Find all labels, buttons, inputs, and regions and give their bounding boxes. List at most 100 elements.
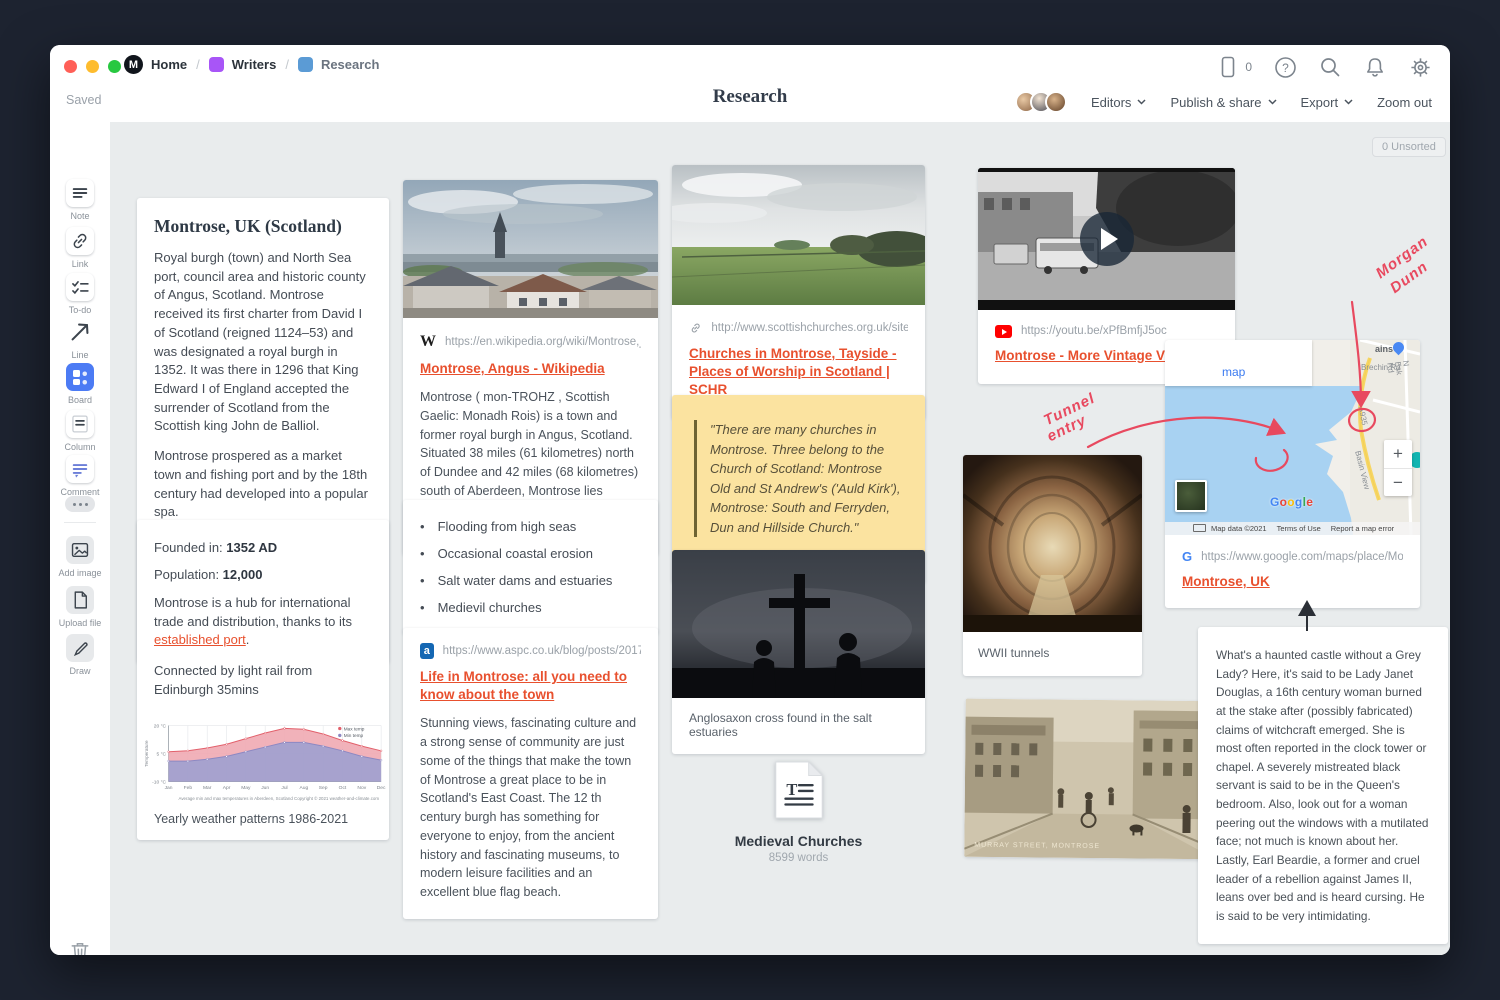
map-info-card: map: [1165, 340, 1312, 386]
titlebar: M Home / Writers / Research Saved Resear…: [50, 45, 1450, 122]
life-link[interactable]: Life in Montrose: all you need to know a…: [420, 668, 641, 704]
terms-of-use-link[interactable]: Terms of Use: [1277, 525, 1321, 533]
list-item: Medievil churches: [420, 600, 641, 615]
map-road-label: Brechin Rd: [1361, 364, 1401, 372]
breadcrumb-separator: /: [285, 57, 289, 72]
tool-column[interactable]: Column: [50, 410, 110, 452]
publish-share-menu[interactable]: Publish & share: [1170, 95, 1276, 110]
export-menu[interactable]: Export: [1301, 95, 1354, 110]
zoom-out-label: Zoom out: [1377, 95, 1432, 110]
minimize-window-button[interactable]: [86, 60, 99, 73]
document-title: Medieval Churches: [672, 833, 925, 849]
notifications-bell-icon[interactable]: [1363, 55, 1387, 79]
view-larger-map-link[interactable]: map: [1222, 366, 1245, 378]
link-url: http://www.scottishchurches.org.uk/sites…: [711, 322, 908, 334]
document-card[interactable]: T Medieval Churches 8599 words: [672, 760, 925, 864]
churches-link[interactable]: Churches in Montrose, Tayside - Places o…: [689, 345, 908, 400]
maximize-window-button[interactable]: [108, 60, 121, 73]
image-card-tunnels[interactable]: WWII tunnels: [963, 455, 1142, 676]
map-zoom-out-button[interactable]: −: [1384, 469, 1412, 497]
link-icon: [69, 230, 91, 252]
svg-text:Jul: Jul: [281, 785, 287, 791]
trash-icon: [68, 939, 92, 955]
wikipedia-link[interactable]: Montrose, Angus - Wikipedia: [420, 360, 641, 378]
svg-text:20 °C: 20 °C: [154, 723, 167, 729]
tool-comment[interactable]: Comment: [50, 455, 110, 497]
breadcrumb-writers[interactable]: Writers: [209, 57, 277, 72]
weather-chart[interactable]: JanFebMarAprMayJunJulAugSepOctNovDec20 °…: [141, 716, 385, 804]
help-icon[interactable]: ?: [1273, 55, 1297, 79]
breadcrumb-research-label: Research: [321, 57, 380, 72]
wikipedia-favicon: W: [420, 333, 436, 351]
link-card-wikipedia[interactable]: W https://en.wikipedia.org/wiki/Montrose…: [403, 180, 658, 555]
google-map-embed[interactable]: A935 Basin View N Esk Rd Brechin Rd ains…: [1165, 340, 1420, 535]
editor-avatars[interactable]: [1015, 91, 1067, 113]
quote-text: "There are many churches in Montrose. Th…: [694, 420, 903, 537]
milanote-logo-icon: M: [124, 55, 143, 74]
draw-pencil-icon: [69, 637, 91, 659]
writers-board-icon: [209, 57, 224, 72]
tool-link[interactable]: Link: [50, 227, 110, 269]
publish-share-label: Publish & share: [1170, 95, 1261, 110]
tool-todo[interactable]: To-do: [50, 273, 110, 315]
line-arrow-icon: [67, 319, 93, 345]
link-favicon: [689, 320, 702, 336]
tool-upload-file[interactable]: Upload file: [50, 586, 110, 628]
link-card-churches[interactable]: http://www.scottishchurches.org.uk/sites…: [672, 165, 925, 419]
vintage-street-image: MURRAY STREET, MONTROSE: [964, 699, 1218, 860]
established-port-link[interactable]: established port: [154, 632, 246, 647]
map-link[interactable]: Montrose, UK: [1182, 573, 1403, 591]
svg-text:May: May: [241, 785, 251, 791]
tool-sidebar: Note Link To-do Line Board Column Commen…: [50, 122, 110, 955]
close-window-button[interactable]: [64, 60, 77, 73]
svg-text:Feb: Feb: [184, 785, 193, 791]
comment-icon: [69, 458, 91, 480]
mobile-device-button[interactable]: [1216, 55, 1240, 79]
more-tools-button[interactable]: [65, 496, 95, 512]
link-description: Stunning views, fascinating culture and …: [420, 714, 641, 902]
image-card-street[interactable]: MURRAY STREET, MONTROSE: [964, 699, 1218, 860]
breadcrumb: M Home / Writers / Research: [124, 55, 379, 74]
document-icon: T: [770, 760, 828, 820]
play-button-icon[interactable]: [1080, 212, 1134, 266]
tool-line[interactable]: Line: [50, 318, 110, 360]
keyboard-shortcuts-icon[interactable]: [1193, 524, 1206, 532]
research-board-icon: [298, 57, 313, 72]
report-map-error-link[interactable]: Report a map error: [1331, 525, 1394, 533]
unsorted-badge[interactable]: 0 Unsorted: [1372, 137, 1446, 157]
note-card-facts[interactable]: Founded in: 1352 AD Population: 12,000 M…: [137, 520, 389, 840]
settings-gear-icon[interactable]: [1408, 55, 1432, 79]
svg-text:Oct: Oct: [339, 785, 347, 791]
breadcrumb-research[interactable]: Research: [298, 57, 380, 72]
export-label: Export: [1301, 95, 1339, 110]
fact-population: Population: 12,000: [154, 567, 372, 582]
breadcrumb-home[interactable]: M Home: [124, 55, 187, 74]
zoom-out-button[interactable]: Zoom out: [1377, 95, 1432, 110]
breadcrumb-home-label: Home: [151, 57, 187, 72]
note-card-haunted[interactable]: What's a haunted castle without a Grey L…: [1198, 627, 1448, 944]
board-canvas[interactable]: 0 Unsorted Montrose, UK (Scotland) Royal…: [110, 122, 1450, 955]
satellite-view-thumbnail[interactable]: [1175, 480, 1207, 512]
svg-text:Mar: Mar: [203, 785, 212, 791]
map-card[interactable]: A935 Basin View N Esk Rd Brechin Rd ains…: [1165, 340, 1420, 608]
town-skyline-image: [403, 180, 658, 318]
tunnel-image: [963, 455, 1142, 632]
map-zoom-in-button[interactable]: +: [1384, 440, 1412, 469]
tool-trash[interactable]: Trash: [50, 937, 110, 955]
tool-board[interactable]: Board: [50, 363, 110, 405]
note-title: Montrose, UK (Scotland): [154, 216, 372, 237]
video-thumbnail[interactable]: [978, 168, 1235, 310]
tool-draw[interactable]: Draw: [50, 634, 110, 676]
link-card-life[interactable]: a https://www.aspc.co.uk/blog/posts/2017…: [403, 628, 658, 919]
list-item: Salt water dams and estuaries: [420, 573, 641, 588]
editors-menu[interactable]: Editors: [1091, 95, 1146, 110]
svg-text:Apr: Apr: [223, 785, 231, 791]
link-url: https://www.google.com/maps/place/Montro…: [1201, 551, 1403, 563]
tool-add-image[interactable]: Add image: [50, 536, 110, 578]
search-icon[interactable]: [1318, 55, 1342, 79]
todo-icon: [69, 276, 91, 298]
tool-note[interactable]: Note: [50, 179, 110, 221]
todo-list-card[interactable]: Flooding from high seas Occasional coast…: [403, 500, 658, 634]
image-card-cross[interactable]: Anglosaxon cross found in the salt estua…: [672, 550, 925, 754]
svg-text:Temperature: Temperature: [144, 740, 150, 767]
